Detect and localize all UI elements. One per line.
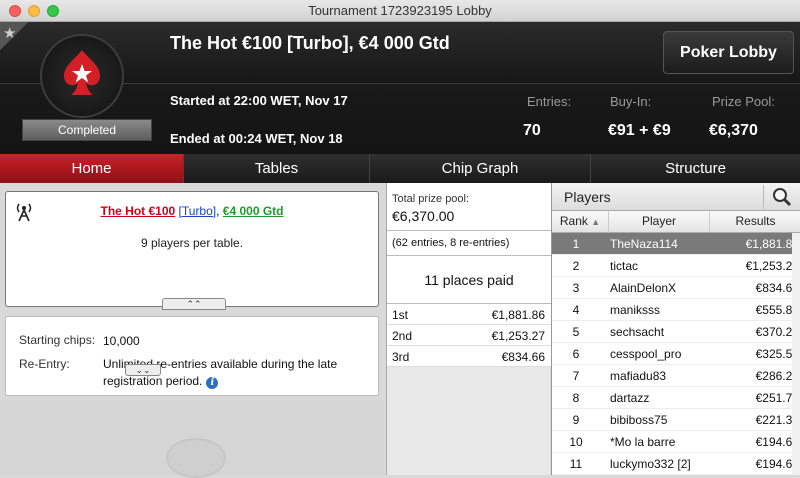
tab-chip-graph[interactable]: Chip Graph xyxy=(370,154,591,183)
window-title: Tournament 1723923195 Lobby xyxy=(308,3,492,18)
info-title-guarantee[interactable]: €4 000 Gtd xyxy=(223,204,284,218)
tab-structure[interactable]: Structure xyxy=(591,154,800,183)
player-row[interactable]: 7 mafiadu83 €286.26 xyxy=(552,365,800,387)
info-title: The Hot €100 [Turbo], €4 000 Gtd xyxy=(6,204,378,218)
status-badge: Completed xyxy=(22,119,152,141)
players-per-table: 9 players per table. xyxy=(140,236,244,250)
player-rank: 7 xyxy=(572,369,580,383)
player-name: mafiadu83 xyxy=(610,369,667,383)
player-row[interactable]: 8 dartazz €251.72 xyxy=(552,387,800,409)
spade-logo-icon xyxy=(64,50,100,95)
entries-note: (62 entries, 8 re-entries) xyxy=(387,231,551,256)
tournament-header: ★ Completed The Hot €100 [Turbo], €4 000… xyxy=(0,22,800,154)
starting-chips-label: Starting chips: xyxy=(19,333,96,347)
lobby-tabs: Home Tables Chip Graph Structure xyxy=(0,154,800,183)
player-name: cesspool_pro xyxy=(610,347,682,361)
reentry-label: Re-Entry: xyxy=(19,357,70,371)
tournament-info-box: The Hot €100 [Turbo], €4 000 Gtd 9 playe… xyxy=(5,191,379,310)
expand-icon[interactable]: ⌃⌃ xyxy=(162,298,226,310)
player-rank: 3 xyxy=(572,281,580,295)
payout-place: 3rd xyxy=(392,350,410,364)
player-name: tictac xyxy=(610,259,639,273)
players-title: Players xyxy=(564,189,611,205)
player-rank: 1 xyxy=(572,237,580,251)
tab-home[interactable]: Home xyxy=(0,154,184,183)
starting-chips-value: 10,000 xyxy=(103,334,140,348)
players-panel: Players Rank ▲ Player Results 1 TheNaza1… xyxy=(551,183,800,475)
poker-lobby-button[interactable]: Poker Lobby xyxy=(663,31,794,74)
player-rank: 11 xyxy=(569,457,583,471)
player-name: *Mo la barre xyxy=(610,435,676,449)
player-name: AlainDelonX xyxy=(610,281,677,295)
player-row[interactable]: 11 luckymo332 [2] €194.63 xyxy=(552,453,800,475)
payout-place: 1st xyxy=(392,308,409,322)
player-row[interactable]: 4 maniksss €555.88 xyxy=(552,299,800,321)
column-rank[interactable]: Rank ▲ xyxy=(552,211,609,233)
player-row[interactable]: 10 *Mo la barre €194.63 xyxy=(552,431,800,453)
player-result: €1,253.27 xyxy=(745,259,799,273)
search-icon xyxy=(773,188,792,207)
player-row[interactable]: 6 cesspool_pro €325.54 xyxy=(552,343,800,365)
payout-row: 1st €1,881.86 xyxy=(387,304,551,325)
buyin-value: €91 + €9 xyxy=(608,122,671,139)
payouts-expand-icon[interactable]: ⌄⌄ xyxy=(125,364,161,376)
search-button[interactable] xyxy=(763,185,799,209)
prize-total-value: €6,370.00 xyxy=(392,208,455,224)
payout-place: 2nd xyxy=(392,329,413,343)
player-rank: 4 xyxy=(572,303,580,317)
prize-pool-label: Prize Pool: xyxy=(712,94,775,109)
player-name: bibiboss75 xyxy=(610,413,668,427)
column-rank-label: Rank xyxy=(559,214,588,228)
chip-watermark xyxy=(166,438,226,478)
player-row[interactable]: 3 AlainDelonX €834.66 xyxy=(552,277,800,299)
player-row[interactable]: 1 TheNaza114 €1,881.86 xyxy=(552,233,800,255)
player-rank: 6 xyxy=(572,347,580,361)
favorite-star-icon[interactable]: ★ xyxy=(0,22,28,50)
prize-total-label: Total prize pool: xyxy=(392,193,470,205)
player-rank: 9 xyxy=(572,413,580,427)
player-rank: 5 xyxy=(572,325,580,339)
tab-tables[interactable]: Tables xyxy=(184,154,370,183)
prize-pool-value: €6,370 xyxy=(709,122,758,139)
player-result: €1,881.86 xyxy=(745,237,799,251)
places-paid: 11 places paid xyxy=(387,256,551,304)
player-rank: 10 xyxy=(569,435,583,449)
prize-column: Total prize pool: €6,370.00 (62 entries,… xyxy=(386,183,551,475)
player-row[interactable]: 5 sechsacht €370.21 xyxy=(552,321,800,343)
end-time: Ended at 00:24 WET, Nov 18 xyxy=(170,131,343,146)
player-name: TheNaza114 xyxy=(610,237,678,251)
info-title-separator: , xyxy=(216,204,223,218)
player-rank: 8 xyxy=(572,391,580,405)
payout-row: 3rd €834.66 xyxy=(387,346,551,367)
player-rank: 2 xyxy=(572,259,580,273)
sort-arrow-icon: ▲ xyxy=(591,217,601,227)
players-header: Players xyxy=(552,183,800,211)
payout-row: 2nd €1,253.27 xyxy=(387,325,551,346)
player-row[interactable]: 9 bibiboss75 €221.34 xyxy=(552,409,800,431)
payout-amount: €1,881.86 xyxy=(491,308,545,322)
player-name: sechsacht xyxy=(610,325,665,339)
player-name: dartazz xyxy=(610,391,650,405)
column-results[interactable]: Results xyxy=(710,211,800,233)
player-row[interactable]: 2 tictac €1,253.27 xyxy=(552,255,800,277)
payout-amount: €1,253.27 xyxy=(491,329,545,343)
info-title-name[interactable]: The Hot €100 xyxy=(101,204,176,218)
column-player[interactable]: Player xyxy=(609,211,710,233)
tournament-details: Starting chips: 10,000 Re-Entry: Unlimit… xyxy=(5,316,379,396)
window-titlebar: Tournament 1723923195 Lobby xyxy=(0,0,800,22)
tournament-title: The Hot €100 [Turbo], €4 000 Gtd xyxy=(170,33,450,53)
info-title-speed[interactable]: [Turbo] xyxy=(179,204,217,218)
info-icon[interactable]: i xyxy=(206,377,219,389)
payout-amount: €834.66 xyxy=(501,350,545,364)
players-scrollbar[interactable] xyxy=(792,233,800,475)
player-name: maniksss xyxy=(610,303,661,317)
player-name: luckymo332 [2] xyxy=(610,457,691,471)
start-time: Started at 22:00 WET, Nov 17 xyxy=(170,93,348,108)
prize-total-box: Total prize pool: €6,370.00 xyxy=(387,183,551,231)
entries-value: 70 xyxy=(523,122,541,139)
entries-label: Entries: xyxy=(527,94,572,109)
buyin-label: Buy-In: xyxy=(610,94,652,109)
